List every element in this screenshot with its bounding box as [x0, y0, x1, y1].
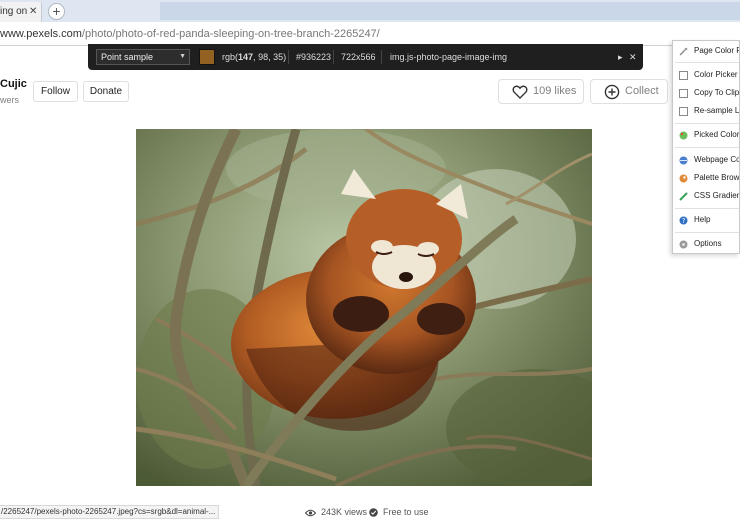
follow-button[interactable]: Follow — [33, 81, 78, 102]
heart-icon — [512, 85, 528, 99]
menu-item-options[interactable]: Options — [673, 236, 739, 252]
menu-item-label: Copy To Clipb — [694, 88, 740, 97]
url-path: /photo/photo-of-red-panda-sleeping-on-tr… — [81, 28, 380, 40]
menu-item-copy-to-clipboard[interactable]: Copy To Clipb — [673, 85, 740, 101]
status-bar-url: /2265247/pexels-photo-2265247.jpeg?cs=sr… — [0, 505, 220, 519]
eyedropper-icon — [679, 47, 688, 56]
close-icon[interactable]: ✕ — [629, 44, 637, 70]
menu-item-color-picker[interactable]: Color Picker — [673, 67, 739, 83]
rgb-green: 98 — [258, 52, 269, 62]
color-swatch — [199, 49, 215, 65]
author-name[interactable]: Cujic — [0, 78, 27, 90]
views-count: 243K views — [321, 507, 368, 517]
menu-item-picked-color-history[interactable]: Picked Color I — [673, 127, 740, 143]
menu-item-label: Help — [694, 215, 711, 224]
menu-item-page-color-picker[interactable]: Page Color P — [673, 43, 740, 59]
license-label: Free to use — [383, 507, 429, 517]
menu-item-label: Page Color P — [694, 46, 740, 55]
options-icon — [679, 240, 688, 249]
checkbox-icon — [679, 71, 688, 80]
browser-tab-strip: ing on ✕ + — [0, 0, 740, 22]
red-panda-photo[interactable] — [136, 129, 592, 486]
license-stat[interactable]: Free to use — [369, 506, 429, 518]
red-panda-image — [136, 129, 592, 486]
menu-item-label: Palette Brows — [694, 173, 740, 182]
rgb-red: 147 — [238, 52, 254, 62]
menu-item-palette-browser[interactable]: Palette Brows — [673, 170, 740, 186]
menu-divider — [675, 147, 739, 148]
gradient-icon — [679, 192, 688, 201]
palette-browser-icon — [679, 174, 688, 183]
menu-divider — [675, 208, 739, 209]
views-stat: 243K views — [305, 506, 367, 518]
toolbar-divider — [333, 50, 334, 64]
check-circle-icon — [369, 508, 378, 517]
menu-item-webpage-colors[interactable]: Webpage Colo — [673, 152, 740, 168]
new-tab-button[interactable]: + — [48, 3, 65, 20]
likes-count: 109 likes — [533, 85, 577, 97]
rgb-suffix: ) — [283, 52, 287, 62]
menu-divider — [675, 62, 739, 63]
sample-mode-value: Point sample — [101, 52, 154, 62]
url-host: www.pexels.com — [0, 28, 82, 40]
menu-item-resample[interactable]: Re-sample La — [673, 103, 740, 119]
rgb-value[interactable]: rgb(147, 98, 35) — [222, 44, 286, 70]
help-icon: ? — [679, 216, 688, 225]
checkbox-icon — [679, 107, 688, 116]
collect-button[interactable]: Collect — [590, 79, 668, 104]
menu-item-css-gradient[interactable]: CSS Gradient — [673, 188, 740, 204]
tab-title: ing on — [0, 6, 28, 17]
author-followers: wers — [0, 95, 20, 105]
tab-close-icon[interactable]: ✕ — [29, 2, 37, 22]
element-selector: img.js-photo-page-image-img — [390, 52, 508, 62]
eye-icon — [305, 509, 316, 516]
rgb-blue: 35 — [273, 52, 284, 62]
add-circle-icon — [604, 84, 620, 100]
chevron-down-icon: ▼ — [179, 53, 186, 60]
collect-label: Collect — [625, 85, 659, 97]
checkbox-icon — [679, 89, 688, 98]
menu-item-help[interactable]: ? Help — [673, 212, 739, 228]
arrow-right-icon[interactable]: ▸ — [618, 44, 623, 70]
menu-item-label: CSS Gradient — [694, 191, 740, 200]
color-picker-toolbar: Point sample ▼ rgb(147, 98, 35) #936223 … — [88, 44, 643, 70]
hex-value[interactable]: #936223 — [296, 44, 331, 70]
address-bar[interactable]: www.pexels.com/photo/photo-of-red-panda-… — [0, 22, 740, 46]
menu-item-label: Re-sample La — [694, 106, 740, 115]
menu-item-label: Webpage Colo — [694, 155, 740, 164]
svg-text:?: ? — [682, 217, 686, 225]
menu-divider — [675, 123, 739, 124]
palette-icon — [679, 131, 688, 140]
browser-tab[interactable]: ing on ✕ — [0, 2, 42, 22]
menu-item-label: Picked Color I — [694, 130, 740, 139]
rgb-prefix: rgb( — [222, 52, 239, 62]
like-button[interactable]: 109 likes — [498, 79, 584, 104]
color-picker-menu: Page Color P Color Picker Copy To Clipb … — [672, 40, 740, 254]
tab-strip-background — [160, 2, 740, 20]
image-dimensions: 722x566 — [341, 52, 376, 62]
sample-mode-select[interactable]: Point sample ▼ — [96, 49, 190, 65]
menu-item-label: Options — [694, 239, 722, 248]
menu-item-label: Color Picker — [694, 70, 738, 79]
webpage-icon — [679, 156, 688, 165]
toolbar-divider — [288, 50, 289, 64]
donate-button[interactable]: Donate — [83, 81, 129, 102]
toolbar-divider — [381, 50, 382, 64]
menu-divider — [675, 232, 739, 233]
